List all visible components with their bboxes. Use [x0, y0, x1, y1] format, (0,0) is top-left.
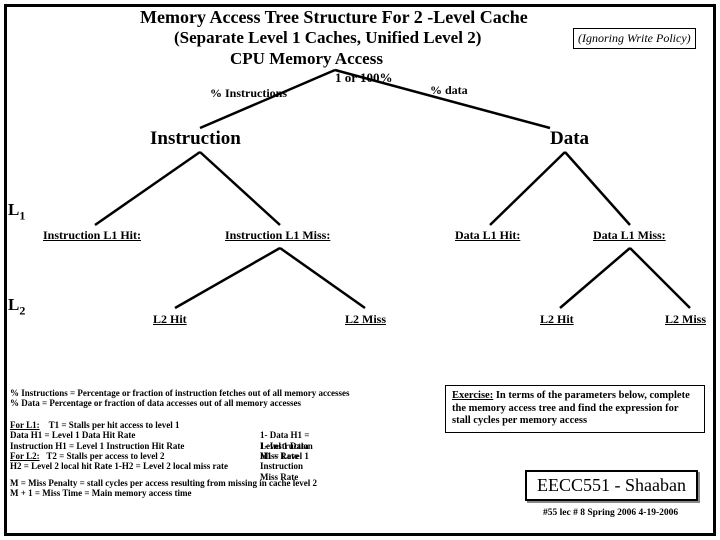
data-l1-hit: Data L1 Hit: — [455, 228, 520, 243]
pct-data-label: % data — [430, 83, 468, 98]
l2-hit-left: L2 Hit — [153, 312, 187, 327]
footer-text: #55 lec # 8 Spring 2006 4-19-2006 — [543, 508, 678, 518]
exercise-box: Exercise: In terms of the parameters bel… — [445, 385, 705, 433]
l2-miss-right: L2 Miss — [665, 312, 706, 327]
instr-l1-miss: Instruction L1 Miss: — [225, 228, 330, 243]
data-l1-miss: Data L1 Miss: — [593, 228, 666, 243]
title-line-3: CPU Memory Access — [230, 49, 383, 69]
l2-label: L2 — [8, 295, 25, 318]
l2-hit-right: L2 Hit — [540, 312, 574, 327]
title-line-1: Memory Access Tree Structure For 2 -Leve… — [140, 7, 528, 28]
instr-l1-hit: Instruction L1 Hit: — [43, 228, 141, 243]
data-node: Data — [550, 128, 589, 150]
title-line-2: (Separate Level 1 Caches, Unified Level … — [174, 28, 481, 48]
l2-miss-left: L2 Miss — [345, 312, 386, 327]
one-or-100-label: 1 or 100% — [335, 70, 393, 86]
course-box: EECC551 - Shaaban — [525, 470, 698, 501]
defs-top: % Instructions = Percentage or fraction … — [10, 388, 349, 409]
pct-instructions-label: % Instructions — [210, 86, 287, 101]
instruction-node: Instruction — [150, 128, 241, 150]
l1-label: L1 — [8, 200, 25, 223]
ignoring-note: (Ignoring Write Policy) — [573, 28, 696, 49]
defs-bottom: For L1: T1 = Stalls per hit access to le… — [10, 420, 317, 498]
